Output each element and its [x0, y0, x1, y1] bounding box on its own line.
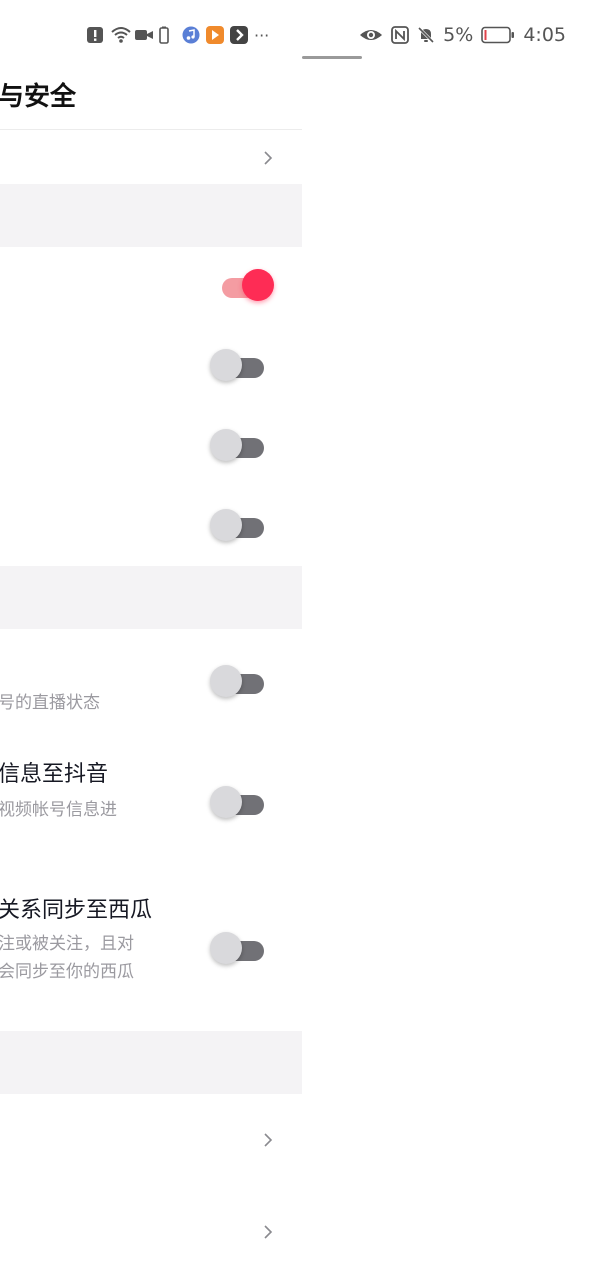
toggle-knob	[210, 429, 242, 461]
toggle-row[interactable]	[0, 327, 302, 407]
toggle-switch[interactable]	[210, 509, 266, 545]
blank-area	[302, 70, 598, 1280]
gesture-bar	[302, 56, 362, 59]
toggle-knob	[210, 932, 242, 964]
item-description: 会同步至你的西瓜	[0, 962, 134, 982]
orange-app-icon	[206, 26, 224, 44]
toggle-switch[interactable]	[210, 665, 266, 701]
more-icon: ···	[254, 25, 270, 45]
toggle-knob	[210, 509, 242, 541]
toggle-knob	[210, 665, 242, 697]
status-bar: ··· 5% 4:05	[0, 0, 598, 70]
chevron-right-icon	[262, 1224, 274, 1240]
nav-row[interactable]	[0, 130, 302, 184]
page-title: 与安全	[0, 82, 77, 112]
toggle-knob	[210, 349, 242, 381]
toggle-row[interactable]	[0, 247, 302, 327]
alert-icon	[86, 26, 104, 44]
item-description: 号的直播状态	[0, 693, 100, 713]
nfc-icon	[391, 26, 410, 44]
dark-app-icon	[230, 26, 248, 44]
toggle-row[interactable]	[0, 487, 302, 566]
item-title: 信息至抖音	[0, 762, 109, 787]
section-divider	[0, 566, 302, 629]
nav-row[interactable]	[0, 1094, 302, 1186]
toggle-switch[interactable]	[210, 349, 266, 385]
sync-item-douyin[interactable]: 信息至抖音 视频帐号信息进	[0, 744, 302, 862]
battery-icon	[481, 26, 515, 44]
wifi-icon	[110, 26, 131, 44]
item-description: 注或被关注，且对	[0, 934, 134, 954]
video-icon	[134, 26, 153, 44]
battery-percent: 5%	[443, 24, 474, 46]
settings-panel: 与安全 号的直播状态 信息至抖音 视频帐号信息进 关系同步至西瓜 注或被关注，且…	[0, 70, 302, 1280]
section-divider	[0, 1031, 302, 1094]
toggle-switch[interactable]	[210, 932, 266, 968]
chevron-right-icon	[262, 150, 274, 166]
item-title: 关系同步至西瓜	[0, 898, 153, 923]
notification-icons: ···	[86, 24, 269, 46]
toggle-switch[interactable]	[222, 269, 278, 305]
toggle-switch[interactable]	[210, 429, 266, 465]
item-description: 视频帐号信息进	[0, 800, 117, 820]
toggle-switch[interactable]	[210, 786, 266, 822]
eye-icon	[359, 26, 383, 44]
nav-row[interactable]	[0, 1186, 302, 1278]
toggle-knob	[242, 269, 274, 301]
toggle-row[interactable]	[0, 407, 302, 487]
sync-item-live-status[interactable]: 号的直播状态	[0, 629, 302, 724]
music-app-icon	[182, 26, 200, 44]
system-icons: 5% 4:05	[359, 24, 566, 46]
clock: 4:05	[523, 24, 566, 46]
battery-small-icon	[158, 26, 176, 44]
chevron-right-icon	[262, 1132, 274, 1148]
mute-bell-icon	[417, 26, 435, 44]
section-divider	[0, 184, 302, 247]
toggle-knob	[210, 786, 242, 818]
sync-item-xigua[interactable]: 关系同步至西瓜 注或被关注，且对 会同步至你的西瓜	[0, 880, 302, 1031]
